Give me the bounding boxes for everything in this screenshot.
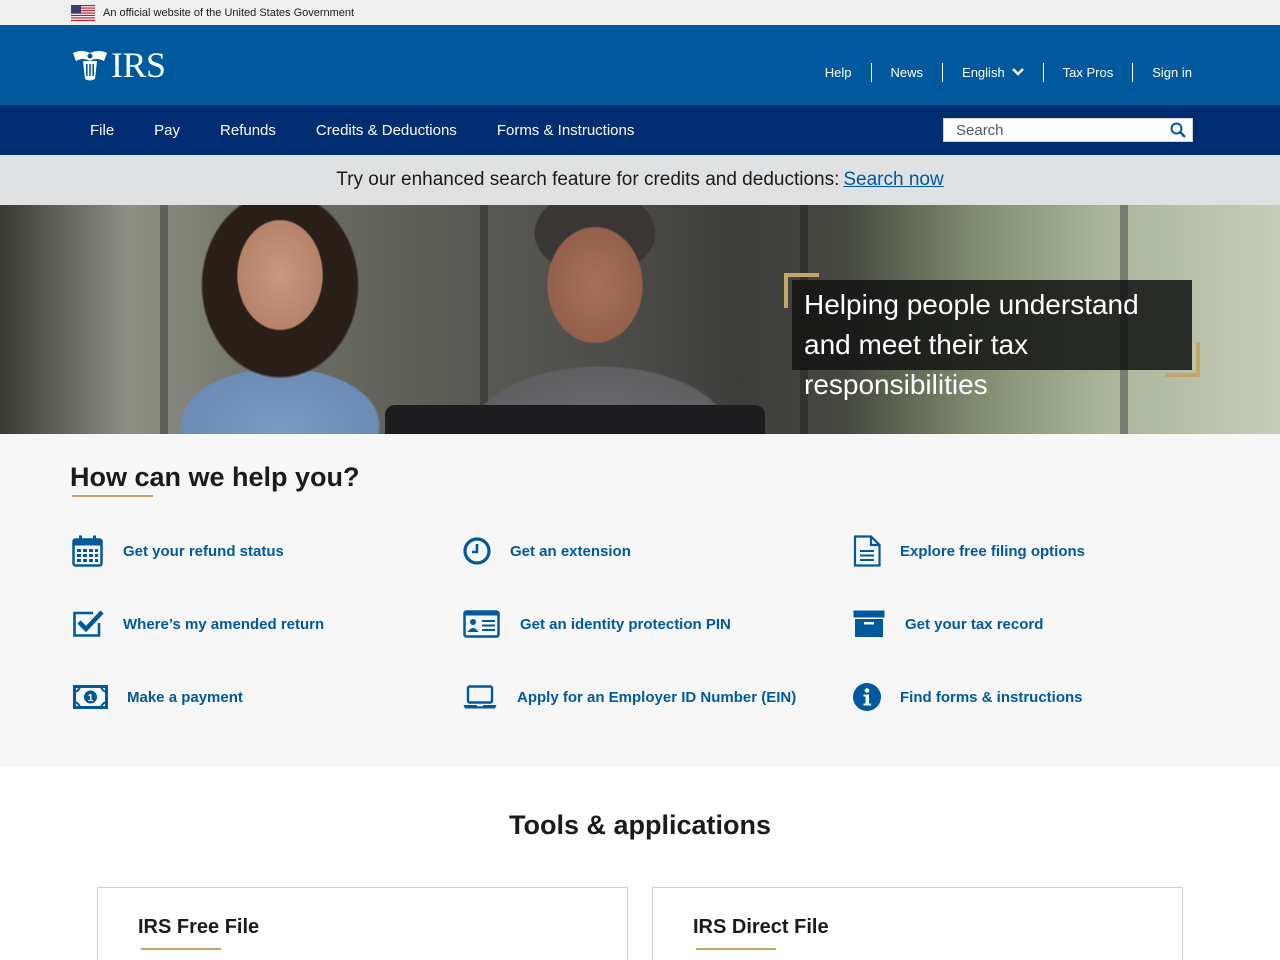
document-icon (853, 535, 881, 567)
refund-status-link[interactable]: Get your refund status (72, 535, 284, 567)
help-title: How can we help you? (70, 462, 360, 492)
language-selector[interactable]: English (942, 62, 1043, 82)
laptop-icon (463, 685, 497, 709)
hero-banner: Helping people understand and meet their… (0, 205, 1280, 434)
tool-card-underline (696, 948, 776, 950)
hero-corner-accent-bottom (1165, 342, 1200, 377)
id-card-icon (463, 610, 500, 638)
extension-label: Get an extension (510, 542, 631, 560)
search-input[interactable] (944, 119, 1164, 141)
help-title-underline (72, 495, 153, 497)
nav-item-file[interactable]: File (70, 105, 134, 155)
hero-photo-laptop (385, 405, 765, 434)
ein-label: Apply for an Employer ID Number (EIN) (517, 688, 797, 706)
tool-card-title: IRS Free File (138, 916, 260, 938)
nav-item-pay[interactable]: Pay (134, 105, 200, 155)
irs-logo[interactable]: IRS (71, 47, 166, 83)
refund-status-label: Get your refund status (123, 542, 284, 560)
find-forms-link[interactable]: Find forms & instructions (853, 683, 1083, 711)
checkmark-icon (73, 610, 104, 638)
main-nav: File Pay Refunds Credits & Deductions Fo… (0, 105, 1280, 155)
enhanced-search-banner: Try our enhanced search feature for cred… (0, 155, 1280, 205)
nav-item-credits-deductions[interactable]: Credits & Deductions (296, 105, 477, 155)
tool-card-underline (141, 948, 221, 950)
search-icon (1170, 122, 1186, 138)
tool-card-free-file[interactable]: IRS Free File (97, 887, 628, 960)
make-payment-link[interactable]: 1 Make a payment (73, 685, 243, 709)
tools-title: Tools & applications (508, 810, 772, 840)
svg-text:1: 1 (88, 693, 94, 704)
news-link[interactable]: News (870, 62, 943, 82)
tax-record-label: Get your tax record (905, 615, 1044, 633)
search-box (943, 118, 1193, 142)
amended-return-label: Where’s my amended return (123, 615, 325, 633)
tax-pros-link[interactable]: Tax Pros (1042, 62, 1133, 82)
tool-card-title: IRS Direct File (693, 916, 829, 938)
language-label: English (962, 64, 1005, 80)
eagle-logo-icon (73, 51, 107, 81)
make-payment-label: Make a payment (127, 688, 243, 706)
gov-banner-text: An official website of the United States… (103, 6, 355, 19)
calendar-icon (72, 535, 103, 567)
gov-banner: An official website of the United States… (0, 0, 1280, 25)
site-header: IRS Help News English Tax Pros Sign in (0, 25, 1280, 105)
search-now-link[interactable]: Search now (843, 169, 943, 191)
free-filing-link[interactable]: Explore free filing options (853, 535, 1085, 567)
free-filing-label: Explore free filing options (900, 542, 1086, 560)
hero-tagline: Helping people understand and meet their… (792, 280, 1192, 400)
archive-box-icon (853, 610, 885, 638)
ein-link[interactable]: Apply for an Employer ID Number (EIN) (463, 685, 796, 709)
money-icon: 1 (73, 685, 108, 709)
sign-in-link[interactable]: Sign in (1132, 62, 1192, 82)
utility-nav: Help News English Tax Pros Sign in (806, 62, 1192, 82)
extension-link[interactable]: Get an extension (463, 537, 631, 565)
find-forms-label: Find forms & instructions (900, 688, 1083, 706)
help-link[interactable]: Help (806, 63, 871, 82)
help-section: How can we help you? Get your refund sta… (0, 434, 1280, 767)
us-flag-icon (71, 4, 95, 21)
hero-photo-woman (150, 205, 410, 434)
info-icon (853, 683, 881, 711)
enhanced-search-text: Try our enhanced search feature for cred… (336, 169, 840, 190)
logo-text: IRS (111, 45, 166, 85)
tax-record-link[interactable]: Get your tax record (853, 610, 1043, 638)
nav-item-forms-instructions[interactable]: Forms & Instructions (477, 105, 655, 155)
chevron-down-icon (1011, 68, 1024, 76)
clock-icon (463, 537, 491, 565)
nav-item-refunds[interactable]: Refunds (200, 105, 296, 155)
amended-return-link[interactable]: Where’s my amended return (73, 610, 324, 638)
hero-photo-man (440, 205, 750, 434)
identity-pin-label: Get an identity protection PIN (520, 615, 731, 633)
search-button[interactable] (1164, 119, 1192, 141)
nav-items: File Pay Refunds Credits & Deductions Fo… (70, 105, 654, 155)
identity-pin-link[interactable]: Get an identity protection PIN (463, 610, 731, 638)
tool-card-direct-file[interactable]: IRS Direct File (652, 887, 1183, 960)
